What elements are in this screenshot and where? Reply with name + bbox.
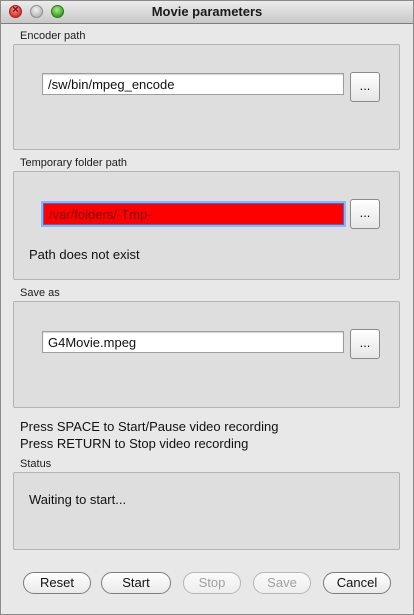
instruction-space: Press SPACE to Start/Pause video recordi…: [20, 419, 279, 434]
window-title: Movie parameters: [151, 4, 263, 19]
reset-button[interactable]: Reset: [23, 572, 91, 594]
path-error-message: Path does not exist: [29, 247, 140, 262]
movie-parameters-window: × Movie parameters Encoder path /sw/bin/…: [0, 0, 414, 615]
status-text: Waiting to start...: [29, 492, 127, 507]
title-bar[interactable]: × Movie parameters: [1, 1, 413, 24]
status-label: Status: [20, 458, 52, 470]
instruction-return: Press RETURN to Stop video recording: [20, 436, 249, 451]
save-as-group: G4Movie.mpeg ...: [13, 301, 400, 408]
temp-folder-value: /var/folders/-Tmp-: [49, 207, 152, 222]
encoder-path-field[interactable]: /sw/bin/mpeg_encode: [42, 73, 344, 95]
encoder-browse-button[interactable]: ...: [350, 72, 380, 102]
save-as-browse-button[interactable]: ...: [350, 329, 380, 359]
temp-folder-group: /var/folders/-Tmp- ... Path does not exi…: [13, 171, 400, 280]
temp-folder-label: Temporary folder path: [20, 157, 127, 169]
temp-folder-field[interactable]: /var/folders/-Tmp-: [43, 203, 344, 225]
save-button[interactable]: Save: [253, 572, 311, 594]
save-as-field[interactable]: G4Movie.mpeg: [42, 331, 344, 353]
encoder-path-group: /sw/bin/mpeg_encode ...: [13, 44, 400, 150]
cancel-button[interactable]: Cancel: [323, 572, 391, 594]
encoder-path-label: Encoder path: [20, 30, 86, 42]
temp-folder-browse-button[interactable]: ...: [350, 199, 380, 229]
save-as-label: Save as: [20, 287, 60, 299]
stop-button[interactable]: Stop: [183, 572, 241, 594]
status-group: Waiting to start...: [13, 472, 400, 550]
start-button[interactable]: Start: [101, 572, 171, 594]
